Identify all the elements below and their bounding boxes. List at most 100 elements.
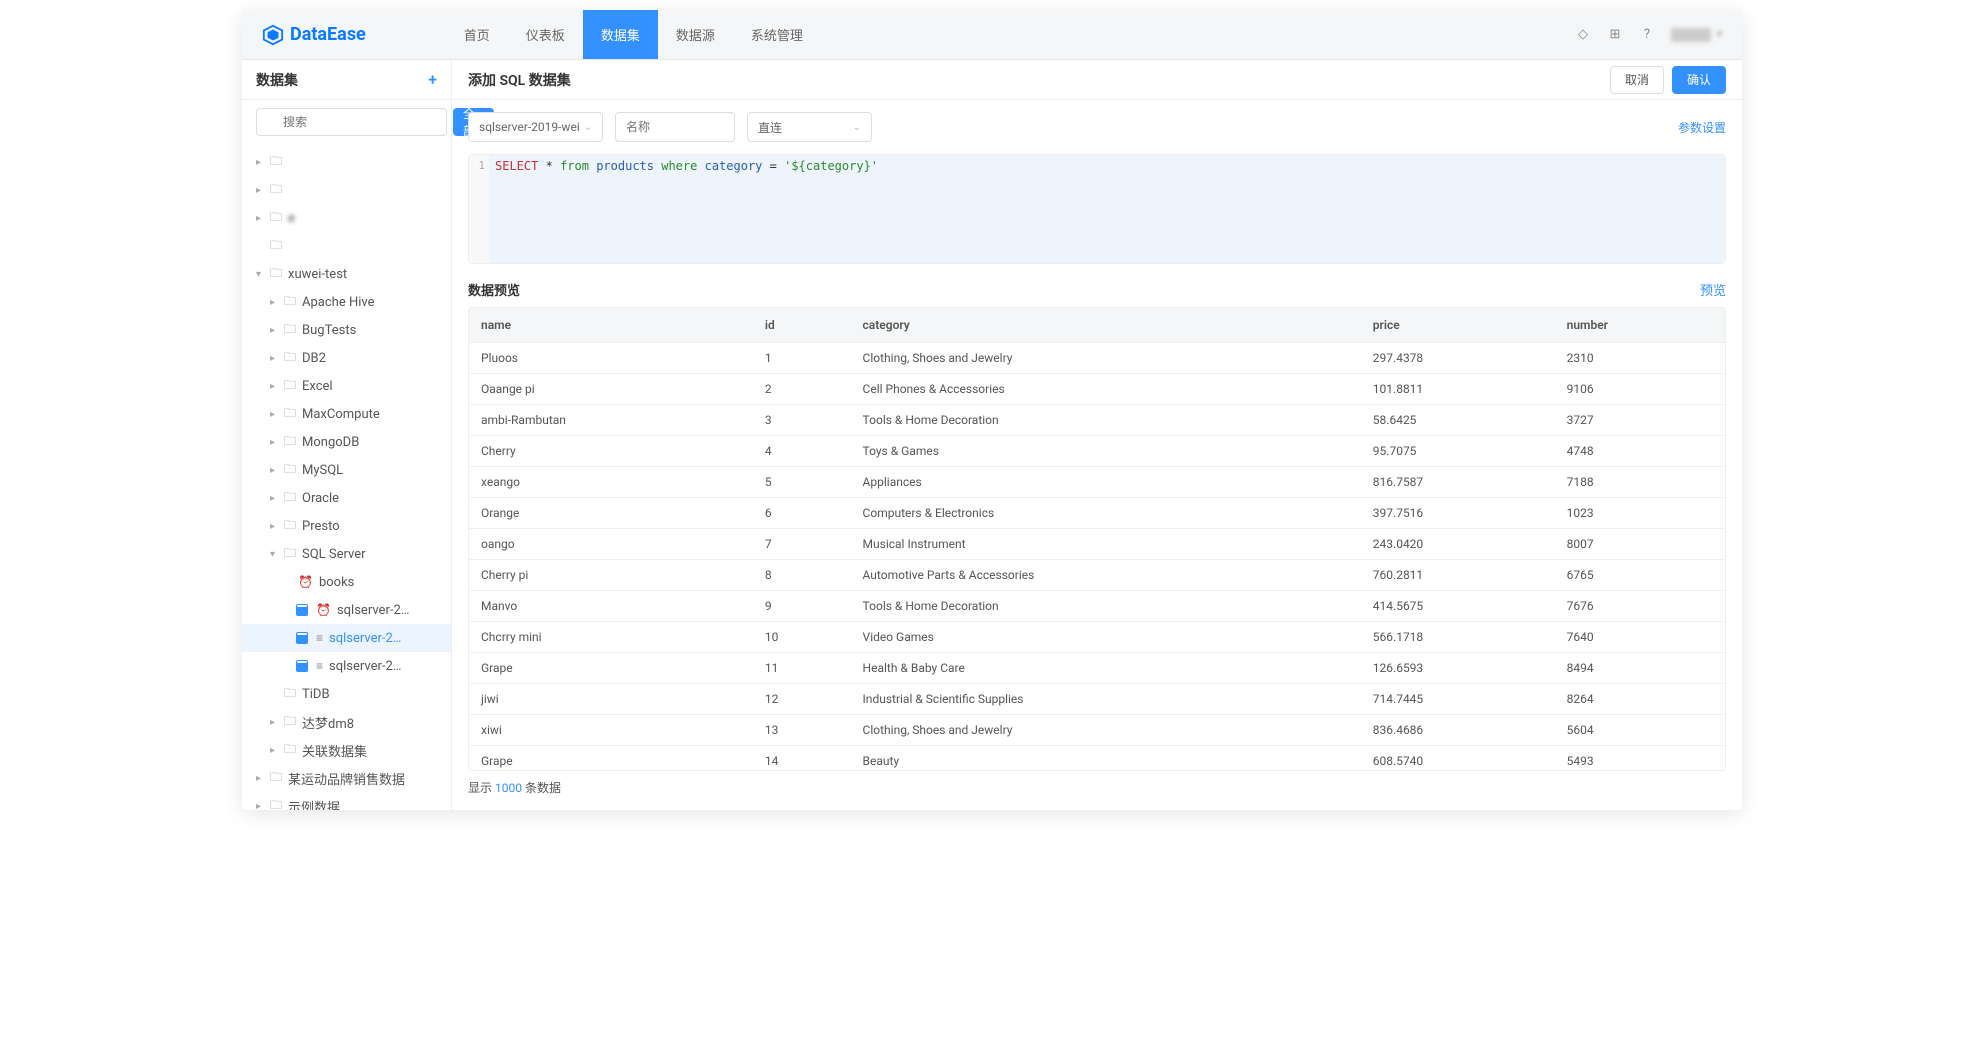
tree-item[interactable]: ≡sqlserver-2… bbox=[242, 652, 451, 680]
tree-item[interactable]: ▸🗀e bbox=[242, 204, 451, 232]
tree-item[interactable]: ▸🗀Presto bbox=[242, 512, 451, 540]
name-input[interactable] bbox=[615, 112, 735, 142]
table-row[interactable]: Pluoos1Clothing, Shoes and Jewelry297.43… bbox=[469, 343, 1725, 374]
table-row[interactable]: Manvo9Tools & Home Decoration414.5675767… bbox=[469, 591, 1725, 622]
table-cell: Cherry pi bbox=[469, 560, 753, 591]
folder-icon: 🗀 bbox=[270, 264, 282, 285]
expand-arrow[interactable]: ▸ bbox=[270, 297, 282, 308]
user-menu[interactable]: ▾ bbox=[1671, 28, 1722, 42]
sidebar: 数据集 + 🔍 全部▾ ▸🗀▸🗀▸🗀e🗀▾🗀xuwei-test▸🗀Apache… bbox=[242, 60, 452, 810]
nav-item-2[interactable]: 数据集 bbox=[583, 10, 658, 59]
tree-label: sqlserver-2… bbox=[329, 659, 402, 674]
expand-arrow[interactable]: ▸ bbox=[270, 745, 282, 756]
tree-item[interactable]: ▸🗀 bbox=[242, 176, 451, 204]
table-cell: Oaange pi bbox=[469, 374, 753, 405]
column-header[interactable]: number bbox=[1555, 308, 1725, 343]
column-header[interactable]: name bbox=[469, 308, 753, 343]
folder-icon: 🗀 bbox=[284, 460, 296, 481]
tree-item[interactable]: ▸🗀DB2 bbox=[242, 344, 451, 372]
expand-arrow[interactable]: ▾ bbox=[256, 269, 268, 280]
expand-arrow[interactable]: ▸ bbox=[270, 465, 282, 476]
cancel-button[interactable]: 取消 bbox=[1610, 66, 1664, 94]
table-row[interactable]: xeango5Appliances816.75877188 bbox=[469, 467, 1725, 498]
table-row[interactable]: oango7Musical Instrument243.04208007 bbox=[469, 529, 1725, 560]
param-settings-link[interactable]: 参数设置 bbox=[1678, 119, 1726, 136]
tree-item[interactable]: ▾🗀xuwei-test bbox=[242, 260, 451, 288]
table-row[interactable]: jiwi12Industrial & Scientific Supplies71… bbox=[469, 684, 1725, 715]
nav-item-4[interactable]: 系统管理 bbox=[733, 10, 821, 59]
row-count-footer: 显示 1000 条数据 bbox=[452, 771, 1742, 810]
tree-item[interactable]: ▸🗀MongoDB bbox=[242, 428, 451, 456]
expand-arrow[interactable]: ▾ bbox=[270, 549, 282, 560]
folder-icon: 🗀 bbox=[284, 684, 296, 705]
table-cell: 3 bbox=[753, 405, 851, 436]
table-cell: 297.4378 bbox=[1361, 343, 1555, 374]
expand-arrow[interactable]: ▸ bbox=[270, 409, 282, 420]
expand-arrow[interactable]: ▸ bbox=[256, 801, 268, 811]
tree-item[interactable]: ▾🗀SQL Server bbox=[242, 540, 451, 568]
table-cell: 414.5675 bbox=[1361, 591, 1555, 622]
nav-item-0[interactable]: 首页 bbox=[446, 10, 508, 59]
search-input[interactable] bbox=[256, 108, 447, 136]
tree-item[interactable]: 🗀 TiDB bbox=[242, 680, 451, 708]
column-header[interactable]: category bbox=[851, 308, 1361, 343]
tree-item[interactable]: ⏰sqlserver-2… bbox=[242, 596, 451, 624]
tree-item[interactable]: ▸🗀BugTests bbox=[242, 316, 451, 344]
tree-item[interactable]: ▸🗀某运动品牌销售数据 bbox=[242, 764, 451, 792]
connection-select[interactable]: 直连⌄ bbox=[747, 112, 872, 142]
column-header[interactable]: price bbox=[1361, 308, 1555, 343]
table-row[interactable]: Grape14Beauty608.57405493 bbox=[469, 746, 1725, 772]
table-row[interactable]: Cherry4Toys & Games95.70754748 bbox=[469, 436, 1725, 467]
tree-item[interactable]: ▸🗀Apache Hive bbox=[242, 288, 451, 316]
tree-item[interactable]: ≡sqlserver-2… bbox=[242, 624, 451, 652]
expand-arrow[interactable]: ▸ bbox=[270, 717, 282, 728]
expand-arrow[interactable]: ▸ bbox=[256, 773, 268, 784]
table-row[interactable]: Chcrry mini10Video Games566.17187640 bbox=[469, 622, 1725, 653]
tree-item[interactable]: ▸🗀MaxCompute bbox=[242, 400, 451, 428]
table-row[interactable]: xiwi13Clothing, Shoes and Jewelry836.468… bbox=[469, 715, 1725, 746]
sql-editor[interactable]: 1 SELECT * from products where category … bbox=[468, 154, 1726, 264]
table-cell: Chcrry mini bbox=[469, 622, 753, 653]
nav-item-3[interactable]: 数据源 bbox=[658, 10, 733, 59]
expand-arrow[interactable]: ▸ bbox=[256, 213, 268, 224]
table-cell: 6 bbox=[753, 498, 851, 529]
expand-arrow[interactable]: ▸ bbox=[270, 381, 282, 392]
column-header[interactable]: id bbox=[753, 308, 851, 343]
tree-item[interactable]: ▸🗀Oracle bbox=[242, 484, 451, 512]
tree-label: TiDB bbox=[302, 687, 330, 702]
tree-item[interactable]: ▸🗀关联数据集 bbox=[242, 736, 451, 764]
tree-item[interactable]: ▸🗀达梦dm8 bbox=[242, 708, 451, 736]
preview-link[interactable]: 预览 bbox=[1700, 280, 1726, 299]
help-icon[interactable]: ? bbox=[1639, 27, 1655, 43]
add-dataset-button[interactable]: + bbox=[428, 70, 437, 89]
tree-item[interactable]: ⏰books bbox=[242, 568, 451, 596]
expand-arrow[interactable]: ▸ bbox=[256, 185, 268, 196]
tree-label: sqlserver-2… bbox=[337, 603, 410, 618]
tree-item[interactable]: ▸🗀Excel bbox=[242, 372, 451, 400]
expand-arrow[interactable]: ▸ bbox=[270, 325, 282, 336]
main-nav: 首页仪表板数据集数据源系统管理 bbox=[446, 10, 821, 59]
tree-item[interactable]: ▸🗀示例数据 bbox=[242, 792, 451, 810]
grid-icon[interactable]: ⊞ bbox=[1607, 27, 1623, 43]
table-row[interactable]: Orange6Computers & Electronics397.751610… bbox=[469, 498, 1725, 529]
datasource-select[interactable]: sqlserver-2019-wei⌄ bbox=[468, 112, 603, 142]
expand-arrow[interactable]: ▸ bbox=[270, 353, 282, 364]
expand-arrow[interactable]: ▸ bbox=[270, 493, 282, 504]
tree-item[interactable]: 🗀 bbox=[242, 232, 451, 260]
table-cell: 3727 bbox=[1555, 405, 1725, 436]
confirm-button[interactable]: 确认 bbox=[1672, 66, 1726, 94]
table-row[interactable]: Cherry pi8Automotive Parts & Accessories… bbox=[469, 560, 1725, 591]
expand-arrow[interactable]: ▸ bbox=[270, 521, 282, 532]
table-row[interactable]: ambi-Rambutan3Tools & Home Decoration58.… bbox=[469, 405, 1725, 436]
table-cell: 1 bbox=[753, 343, 851, 374]
expand-arrow[interactable]: ▸ bbox=[256, 157, 268, 168]
table-row[interactable]: Oaange pi2Cell Phones & Accessories101.8… bbox=[469, 374, 1725, 405]
folder-icon: 🗀 bbox=[270, 796, 282, 811]
bell-icon[interactable]: ◇ bbox=[1575, 27, 1591, 43]
expand-arrow[interactable]: ▸ bbox=[270, 437, 282, 448]
tree-item[interactable]: ▸🗀MySQL bbox=[242, 456, 451, 484]
tree-item[interactable]: ▸🗀 bbox=[242, 148, 451, 176]
nav-item-1[interactable]: 仪表板 bbox=[508, 10, 583, 59]
table-row[interactable]: Grape11Health & Baby Care126.65938494 bbox=[469, 653, 1725, 684]
table-cell: xeango bbox=[469, 467, 753, 498]
